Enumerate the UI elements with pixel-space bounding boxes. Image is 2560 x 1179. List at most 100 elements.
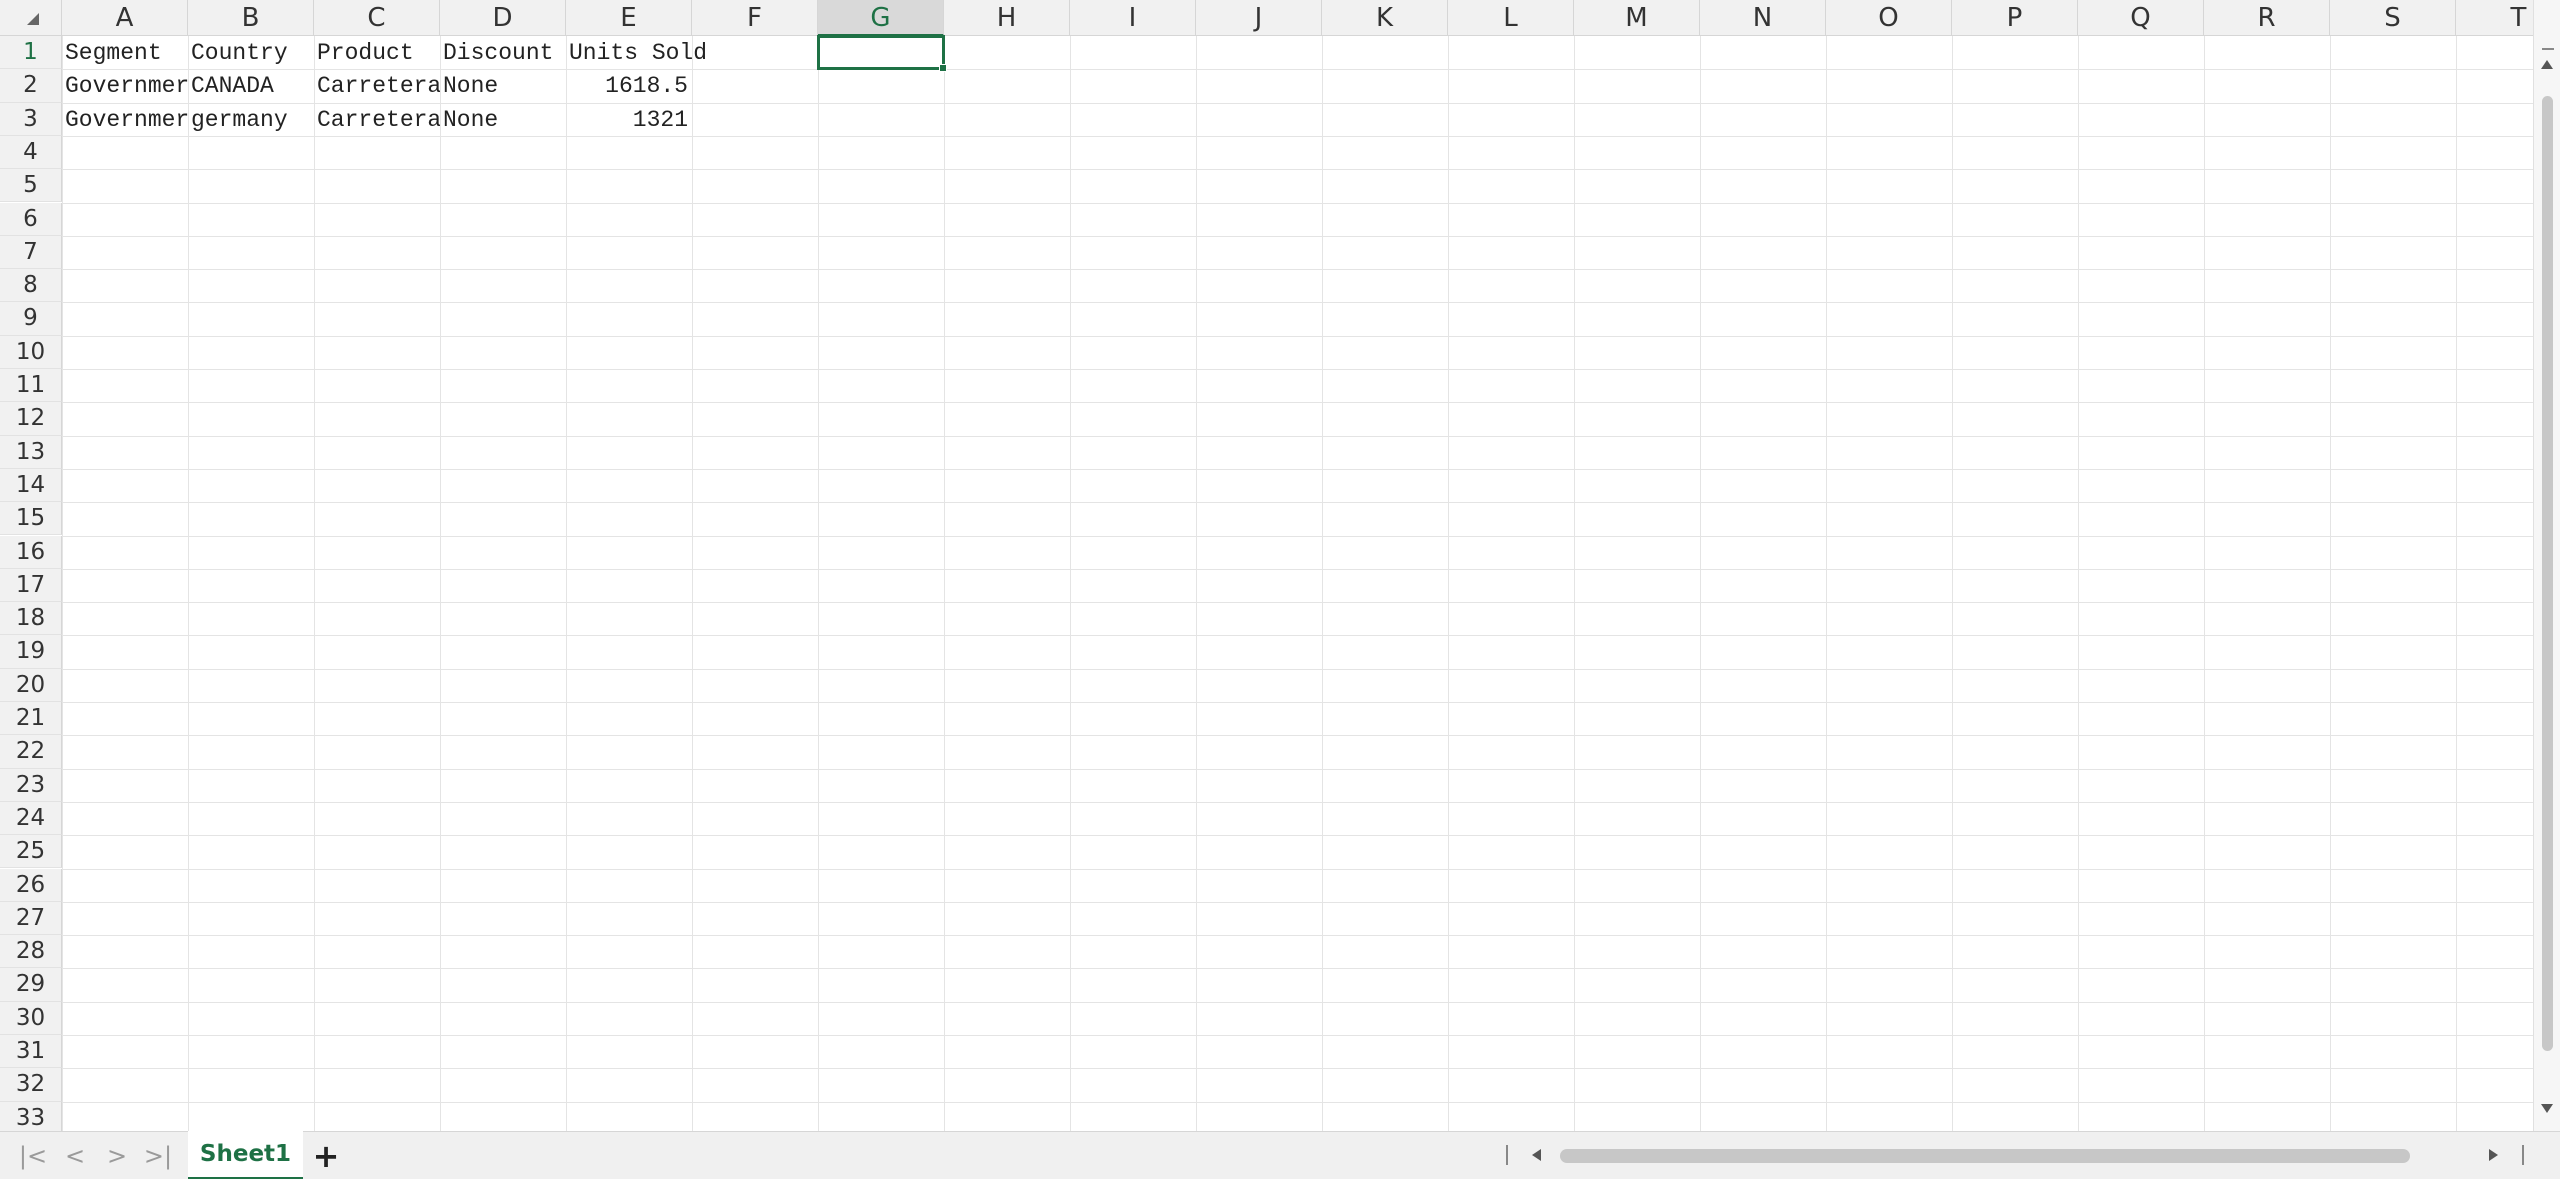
- row-header-20[interactable]: 20: [0, 668, 62, 702]
- scroll-right-icon[interactable]: [2489, 1149, 2498, 1161]
- cell-b2[interactable]: CANADA: [188, 69, 314, 102]
- row-header-9[interactable]: 9: [0, 302, 62, 336]
- row-header-29[interactable]: 29: [0, 968, 62, 1002]
- cell-c1[interactable]: Product: [314, 36, 440, 69]
- column-header-i[interactable]: I: [1070, 0, 1196, 36]
- column-header-f[interactable]: F: [692, 0, 818, 36]
- row-header-4[interactable]: 4: [0, 135, 62, 170]
- select-all-corner[interactable]: [0, 0, 62, 36]
- cell-a3[interactable]: Governmer: [62, 103, 188, 136]
- row-header-32[interactable]: 32: [0, 1068, 62, 1102]
- cell-d2[interactable]: None: [440, 69, 566, 102]
- column-header-c[interactable]: C: [314, 0, 440, 36]
- gridline-vertical: [2078, 36, 2079, 1131]
- gridline-horizontal: [62, 302, 2533, 304]
- cell-e3[interactable]: 1321: [566, 103, 692, 136]
- column-header-p[interactable]: P: [1952, 0, 2078, 36]
- row-header-7[interactable]: 7: [0, 235, 62, 270]
- row-header-33[interactable]: 33: [0, 1101, 62, 1131]
- vertical-scroll-thumb[interactable]: [2542, 96, 2553, 1051]
- cell-d1[interactable]: Discount: [440, 36, 566, 69]
- column-header-j[interactable]: J: [1196, 0, 1322, 36]
- row-header-8[interactable]: 8: [0, 269, 62, 303]
- gridline-vertical: [2330, 36, 2331, 1131]
- column-header-m[interactable]: M: [1574, 0, 1700, 36]
- gridline-horizontal: [62, 135, 2533, 137]
- cell-b3[interactable]: germany: [188, 103, 314, 136]
- row-header-19[interactable]: 19: [0, 635, 62, 669]
- column-header-e[interactable]: E: [566, 0, 692, 36]
- column-header-s[interactable]: S: [2330, 0, 2456, 36]
- row-header-5[interactable]: 5: [0, 169, 62, 203]
- row-header-28[interactable]: 28: [0, 935, 62, 969]
- column-header-n[interactable]: N: [1700, 0, 1826, 36]
- cell-e1[interactable]: Units Sold: [566, 36, 707, 69]
- prev-sheet-icon[interactable]: <: [60, 1142, 90, 1170]
- gridline-horizontal: [62, 1035, 2533, 1036]
- gridline-horizontal: [62, 768, 2533, 770]
- gridline-vertical: [188, 36, 189, 1131]
- first-sheet-icon[interactable]: |<: [18, 1142, 48, 1170]
- cell-a2[interactable]: Governmer: [62, 69, 188, 102]
- column-header-k[interactable]: K: [1322, 0, 1448, 36]
- column-header-b[interactable]: B: [188, 0, 314, 36]
- row-header-1[interactable]: 1: [0, 36, 62, 70]
- row-header-25[interactable]: 25: [0, 835, 62, 869]
- row-header-18[interactable]: 18: [0, 602, 62, 636]
- column-header-r[interactable]: R: [2204, 0, 2330, 36]
- row-header-27[interactable]: 27: [0, 901, 62, 936]
- row-header-23[interactable]: 23: [0, 768, 62, 802]
- row-header-11[interactable]: 11: [0, 369, 62, 403]
- gridline-vertical: [1826, 36, 1827, 1131]
- spreadsheet-grid[interactable]: ABCDEFGHIJKLMNOPQRST 1 2 3 4 5 6 7 8 9 10 11 12 13 14…: [0, 0, 2533, 1131]
- last-sheet-icon[interactable]: >|: [143, 1142, 173, 1170]
- cell-a1[interactable]: Segment: [62, 36, 188, 69]
- row-header-17[interactable]: 17: [0, 568, 62, 603]
- cell-e2[interactable]: 1618.5: [566, 69, 692, 102]
- scroll-left-icon[interactable]: [1532, 1149, 1541, 1161]
- column-header-q[interactable]: Q: [2078, 0, 2204, 36]
- horizontal-scroll-thumb[interactable]: [1560, 1149, 2410, 1163]
- scroll-up-icon[interactable]: [2541, 60, 2553, 69]
- column-header-g[interactable]: G: [818, 0, 944, 36]
- column-header-l[interactable]: L: [1448, 0, 1574, 36]
- cell-c2[interactable]: Carretera: [314, 69, 440, 102]
- row-header-26[interactable]: 26: [0, 868, 62, 902]
- row-header-22[interactable]: 22: [0, 735, 62, 769]
- horizontal-split-handle-icon[interactable]: [1506, 1145, 1508, 1165]
- row-header-21[interactable]: 21: [0, 702, 62, 736]
- cell-b1[interactable]: Country: [188, 36, 314, 69]
- row-header-31[interactable]: 31: [0, 1035, 62, 1069]
- vertical-scrollbar[interactable]: [2533, 0, 2560, 1131]
- gridline-horizontal: [62, 502, 2533, 504]
- row-header-30[interactable]: 30: [0, 1001, 62, 1035]
- horizontal-split-end-icon[interactable]: [2522, 1145, 2524, 1165]
- row-header-12[interactable]: 12: [0, 402, 62, 436]
- add-sheet-button[interactable]: +: [308, 1138, 344, 1174]
- row-header-13[interactable]: 13: [0, 435, 62, 469]
- column-header-t[interactable]: T: [2456, 0, 2533, 36]
- row-header-6[interactable]: 6: [0, 202, 62, 236]
- cell-c3[interactable]: Carretera: [314, 103, 440, 136]
- gridline-vertical: [1700, 36, 1701, 1131]
- column-header-a[interactable]: A: [62, 0, 188, 36]
- row-header-3[interactable]: 3: [0, 102, 62, 136]
- row-header-16[interactable]: 16: [0, 535, 62, 569]
- cell-d3[interactable]: None: [440, 103, 566, 136]
- gridline-vertical: [818, 36, 819, 1131]
- select-all-triangle-icon: [27, 13, 39, 25]
- row-header-24[interactable]: 24: [0, 801, 62, 836]
- split-handle-icon[interactable]: [2542, 48, 2554, 50]
- column-header-o[interactable]: O: [1826, 0, 1952, 36]
- row-header-2[interactable]: 2: [0, 69, 62, 103]
- scroll-down-icon[interactable]: [2541, 1104, 2553, 1113]
- row-header-10[interactable]: 10: [0, 335, 62, 369]
- selected-cell-g1[interactable]: [817, 35, 947, 73]
- gridline-horizontal: [62, 1101, 2533, 1103]
- column-header-d[interactable]: D: [440, 0, 566, 36]
- column-header-h[interactable]: H: [944, 0, 1070, 36]
- sheet-tab-sheet1[interactable]: Sheet1: [188, 1131, 303, 1179]
- row-header-15[interactable]: 15: [0, 502, 62, 536]
- next-sheet-icon[interactable]: >: [102, 1142, 132, 1170]
- row-header-14[interactable]: 14: [0, 468, 62, 503]
